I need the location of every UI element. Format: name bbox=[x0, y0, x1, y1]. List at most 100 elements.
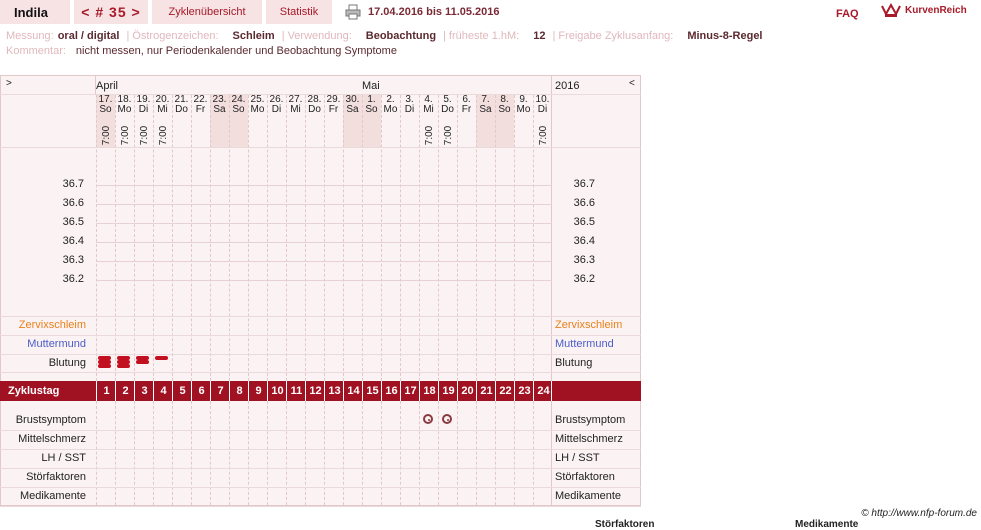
date-column[interactable]: 7. Sa bbox=[476, 95, 495, 147]
row-label-right: Mittelschmerz bbox=[555, 433, 623, 445]
measure-time: 7:00 bbox=[439, 126, 456, 145]
weekday: Do bbox=[308, 104, 321, 115]
zyklustag-cell[interactable]: 11 bbox=[286, 381, 306, 401]
date-column[interactable]: 6. Fr bbox=[457, 95, 476, 147]
date-column[interactable]: 28. Do bbox=[305, 95, 324, 147]
separator: | bbox=[126, 30, 130, 42]
zyklustag-cell[interactable]: 3 bbox=[134, 381, 154, 401]
zyklustag-cell[interactable]: 4 bbox=[153, 381, 173, 401]
faq-link[interactable]: FAQ bbox=[836, 8, 859, 20]
date-column[interactable]: 25. Mo bbox=[248, 95, 267, 147]
zyklustag-cell[interactable]: 22 bbox=[495, 381, 515, 401]
row-label-right: Medikamente bbox=[555, 490, 622, 502]
nav-right[interactable]: < bbox=[629, 78, 635, 89]
date-column[interactable]: 8. So bbox=[495, 95, 514, 147]
tab-statistik[interactable]: Statistik bbox=[266, 0, 332, 24]
weekday: Do bbox=[441, 104, 454, 115]
zyklustag-cell[interactable]: 1 bbox=[96, 381, 116, 401]
zyklustag-cell[interactable]: 14 bbox=[343, 381, 363, 401]
grid-vline bbox=[153, 401, 154, 505]
date-column[interactable]: 29. Fr bbox=[324, 95, 343, 147]
row-label-left: Blutung bbox=[48, 357, 86, 369]
weekday: Di bbox=[271, 104, 282, 115]
temp-label-left: 36.6 bbox=[62, 197, 84, 209]
kommentar-label: Kommentar: bbox=[6, 45, 66, 57]
weekday: Di bbox=[537, 104, 548, 115]
user-name: Indila bbox=[0, 0, 70, 24]
zyklustag-bar: Zyklustag 1 2 3 4 5 6 7 8 9 10 11 12 13 14 15 16 17 18 19 20… bbox=[0, 381, 641, 401]
time-text: 7:00 bbox=[424, 125, 436, 146]
zyklustag-cell[interactable]: 24 bbox=[533, 381, 553, 401]
breast-symptom-icon bbox=[442, 414, 452, 424]
temp-gridline bbox=[96, 185, 552, 186]
date-column[interactable]: 22. Fr bbox=[191, 95, 210, 147]
zyklustag-cell[interactable]: 6 bbox=[191, 381, 211, 401]
zyklustag-cell[interactable]: 5 bbox=[172, 381, 192, 401]
row-label-right: LH / SST bbox=[555, 452, 600, 464]
zyklustag-cell[interactable]: 21 bbox=[476, 381, 496, 401]
temp-gridline bbox=[96, 223, 552, 224]
temp-label-right: 36.3 bbox=[573, 254, 595, 266]
weekday: Mi bbox=[290, 104, 301, 115]
measure-time: 7:00 bbox=[116, 126, 133, 145]
zyklustag-cell[interactable]: 20 bbox=[457, 381, 477, 401]
printer-icon[interactable] bbox=[345, 4, 361, 20]
cycle-navigator[interactable]: < # 35 > bbox=[74, 0, 148, 24]
grid-vline bbox=[419, 401, 420, 505]
date-column[interactable]: 24. So bbox=[229, 95, 248, 147]
temp-label-right: 36.5 bbox=[573, 216, 595, 228]
zyklustag-cell[interactable]: 2 bbox=[115, 381, 135, 401]
zyklustag-cell[interactable]: 15 bbox=[362, 381, 382, 401]
zyklustag-cell[interactable]: 13 bbox=[324, 381, 344, 401]
date-column[interactable]: 23. Sa bbox=[210, 95, 229, 147]
copyright: © http://www.nfp-forum.de bbox=[861, 508, 977, 519]
grid-vline bbox=[115, 401, 116, 505]
info-line-2: Kommentar: nicht messen, nur Periodenkale… bbox=[6, 45, 401, 57]
temp-label-right: 36.2 bbox=[573, 273, 595, 285]
date-column[interactable]: 27. Mi bbox=[286, 95, 305, 147]
grid-vline bbox=[381, 401, 382, 505]
measure-time: 7:00 bbox=[420, 126, 437, 145]
date-column[interactable]: 9. Mo bbox=[514, 95, 533, 147]
temp-label-left: 36.4 bbox=[62, 235, 84, 247]
separator: | bbox=[281, 30, 285, 42]
zyklustag-cell[interactable]: 17 bbox=[400, 381, 420, 401]
temp-gridline bbox=[96, 261, 552, 262]
zyklustag-cell[interactable]: 12 bbox=[305, 381, 325, 401]
row-label-left: Zervixschleim bbox=[18, 319, 86, 331]
grid-vline bbox=[533, 401, 534, 505]
breast-symptom-icon bbox=[423, 414, 433, 424]
grid-vline bbox=[551, 401, 552, 505]
weekday: Mo bbox=[516, 104, 531, 115]
nav-left[interactable]: > bbox=[6, 78, 12, 89]
tab-zyklenuebersicht[interactable]: Zyklenübersicht bbox=[152, 0, 262, 24]
date-column[interactable]: 30. Sa bbox=[343, 95, 362, 147]
zyklustag-cell[interactable]: 8 bbox=[229, 381, 249, 401]
temp-label-left: 36.2 bbox=[62, 273, 84, 285]
grid-vline bbox=[229, 401, 230, 505]
zyklustag-cell[interactable]: 7 bbox=[210, 381, 230, 401]
zyklustag-cell[interactable]: 16 bbox=[381, 381, 401, 401]
grid-vline bbox=[400, 401, 401, 505]
date-column[interactable]: 2. Mo bbox=[381, 95, 400, 147]
weekday: Mo bbox=[117, 104, 132, 115]
measure-time: 7:00 bbox=[534, 126, 551, 145]
row-line bbox=[0, 316, 641, 317]
date-column[interactable]: 3. Di bbox=[400, 95, 419, 147]
separator: | bbox=[552, 30, 556, 42]
zyklustag-cell[interactable]: 19 bbox=[438, 381, 458, 401]
zyklustag-cell[interactable]: 9 bbox=[248, 381, 268, 401]
temp-label-right: 36.4 bbox=[573, 235, 595, 247]
zyklustag-cell[interactable]: 18 bbox=[419, 381, 439, 401]
logo[interactable]: KurvenReich bbox=[880, 2, 967, 18]
oestrogen-label: Östrogenzeichen: bbox=[132, 30, 219, 42]
zyklustag-cell[interactable]: 23 bbox=[514, 381, 534, 401]
date-column[interactable]: 26. Di bbox=[267, 95, 286, 147]
date-column[interactable]: 21. Do bbox=[172, 95, 191, 147]
header-line bbox=[0, 147, 641, 148]
grid-vline bbox=[438, 401, 439, 505]
row-label-left: Mittelschmerz bbox=[18, 433, 86, 445]
zyklustag-cell[interactable]: 10 bbox=[267, 381, 287, 401]
weekday: Di bbox=[138, 104, 149, 115]
date-column[interactable]: 1. So bbox=[362, 95, 381, 147]
